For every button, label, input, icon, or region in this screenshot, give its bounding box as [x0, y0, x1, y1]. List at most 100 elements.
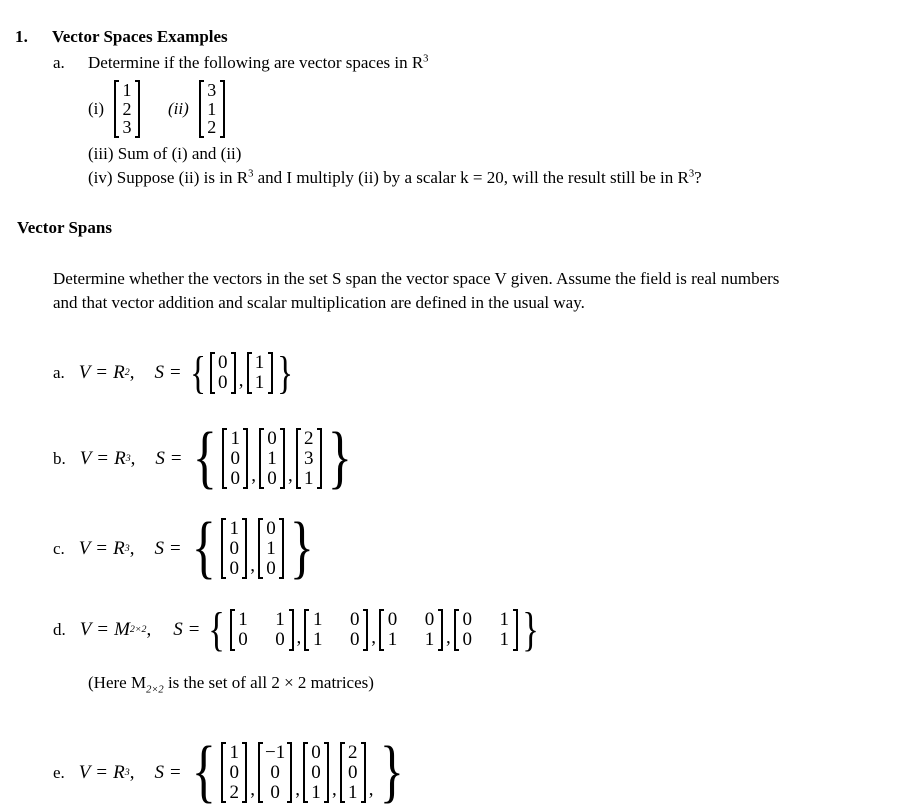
roman-iv-part1: (iv) Suppose (ii) is in R [88, 168, 249, 187]
vector-cells: 1 0 2 [226, 742, 242, 803]
vector-cell: 0 [230, 447, 240, 469]
comma-sep: , [129, 761, 135, 783]
item-label: a. [53, 362, 65, 382]
equals-sign: = [97, 619, 109, 641]
matrix-cell: 0 [350, 609, 360, 630]
equals-sign: = [188, 619, 200, 641]
item-v-definition: V = R3, [78, 537, 135, 559]
matrix-cell: 0 [462, 609, 473, 630]
v-variable: V [78, 761, 91, 783]
v-variable: V [78, 361, 91, 383]
v-variable: V [79, 447, 92, 469]
set-vector: 2 0 1 [339, 742, 366, 804]
comma-sep: , [129, 361, 135, 383]
intro-line-2: and that vector addition and scalar mult… [53, 293, 585, 312]
item-a-text-main: Determine if the following are vector sp… [88, 53, 424, 72]
equals-sign: = [169, 537, 181, 559]
roman-i-group: (i) 1 2 3 [88, 80, 141, 139]
vector-cell: 0 [266, 557, 276, 579]
vector-cells: 1 1 [252, 352, 268, 394]
vector-space: R [113, 361, 125, 383]
vector-cell: 3 [122, 117, 132, 138]
set-vector: 1 0 2 [221, 742, 248, 804]
matrix-separator: , [446, 627, 451, 649]
item-s-definition: S = { 1 0 0 , 0 1 0 [154, 513, 318, 582]
bracket-right [512, 609, 518, 652]
set-vector: 2 3 1 [295, 428, 322, 490]
vector-ii: 3 1 2 [198, 80, 225, 139]
vector-cells: −1 0 0 [263, 742, 287, 803]
set-vector: 1 0 0 [222, 428, 249, 490]
vector-cell: 0 [229, 557, 240, 579]
bracket-right [267, 352, 273, 394]
set-open-brace: { [191, 733, 216, 810]
v-variable: V [78, 537, 91, 559]
span-item-e: e. V = R3, S = { 1 0 2 , −1 0 0 , 0 0 1 … [53, 733, 415, 810]
vector-cell: 3 [303, 447, 314, 469]
set-vector: 0 1 0 [258, 428, 285, 490]
bracket-right [230, 352, 236, 394]
matrix-cell: 0 [350, 629, 360, 651]
vector-cell: 2 [122, 98, 132, 119]
vector-spans-heading: Vector Spans [17, 218, 112, 237]
vector-space: R [113, 761, 125, 783]
matrix-cell: 0 [424, 609, 435, 630]
item-label: c. [53, 538, 65, 558]
vector-cell: 0 [218, 352, 228, 373]
bracket-right [242, 518, 248, 580]
equals-sign: = [169, 361, 181, 383]
set-open-brace: { [189, 346, 206, 398]
s-variable: S [154, 361, 164, 383]
matrix-separator: , [371, 627, 377, 649]
set-vector: 0 0 [209, 352, 236, 394]
set-matrix: 0 1 0 1 [453, 609, 518, 652]
item-s-definition: S = { 1 1 0 0 , 1 0 1 0 , 0 0 1 1 , 0 1 … [173, 603, 542, 657]
equals-sign: = [96, 537, 108, 559]
vector-separator: , [287, 465, 293, 487]
intro-line-1: Determine whether the vectors in the set… [53, 268, 779, 291]
intro-line-1-text: Determine whether the vectors in the set… [53, 269, 780, 288]
set-matrix: 1 0 1 0 [304, 609, 369, 652]
vector-separator: , [250, 779, 256, 801]
item-v-definition: V = R2, [78, 361, 135, 383]
set-close-brace: } [521, 603, 539, 657]
roman-ii-group: (ii) 3 1 2 [168, 80, 226, 139]
s-variable: S [154, 761, 164, 783]
matrix-space-note: (Here M2×2 is the set of all 2 × 2 matri… [88, 672, 374, 695]
s-variable: S [155, 447, 165, 469]
vector-cell: 0 [311, 761, 321, 783]
bracket-right [316, 428, 322, 490]
vector-cells: 0 0 1 [308, 742, 324, 803]
vector-space: R [113, 537, 125, 559]
vector-cell: 1 [254, 371, 265, 393]
set-matrix: 0 0 1 1 [379, 609, 444, 652]
vector-cell: 1 [266, 537, 276, 559]
vector-separator: , [251, 465, 256, 487]
vector-cell: 0 [229, 537, 240, 559]
span-item-d: d. V = M 2×2, S = { 1 1 0 0 , 1 0 1 0 , … [53, 603, 548, 657]
vector-cell: 1 [347, 781, 358, 803]
item-a-exponent: 3 [423, 53, 429, 65]
set-close-brace: } [276, 346, 293, 398]
roman-iv-part2: and I multiply (ii) by a scalar k = 20, … [253, 168, 689, 187]
item-v-definition: V = R3, [79, 447, 136, 469]
matrix-cells: 1 1 0 0 [235, 609, 289, 651]
matrix-cell: 1 [387, 629, 398, 651]
vector-cell: 0 [267, 467, 277, 489]
comma-sep: , [130, 447, 136, 469]
vector-cell: 1 [230, 428, 240, 449]
note-subscript: 2×2 [146, 684, 164, 696]
set-matrix: 1 1 0 0 [229, 609, 294, 652]
vector-i: 1 2 3 [114, 80, 141, 139]
s-variable: S [173, 619, 183, 641]
matrix-cell: 0 [462, 629, 473, 651]
equals-sign: = [170, 447, 182, 469]
matrix-cell: 1 [424, 629, 435, 651]
set-close-brace: } [327, 419, 352, 497]
item-a-label: a. [53, 53, 65, 72]
section-number: 1. [15, 27, 28, 46]
vector-cells: 0 1 0 [263, 518, 279, 579]
item-v-definition: V = R3, [78, 761, 135, 783]
item-s-definition: S = { 1 0 2 , −1 0 0 , 0 0 1 , 2 0 1 ,} [154, 733, 409, 810]
matrix-separator: , [296, 627, 302, 649]
